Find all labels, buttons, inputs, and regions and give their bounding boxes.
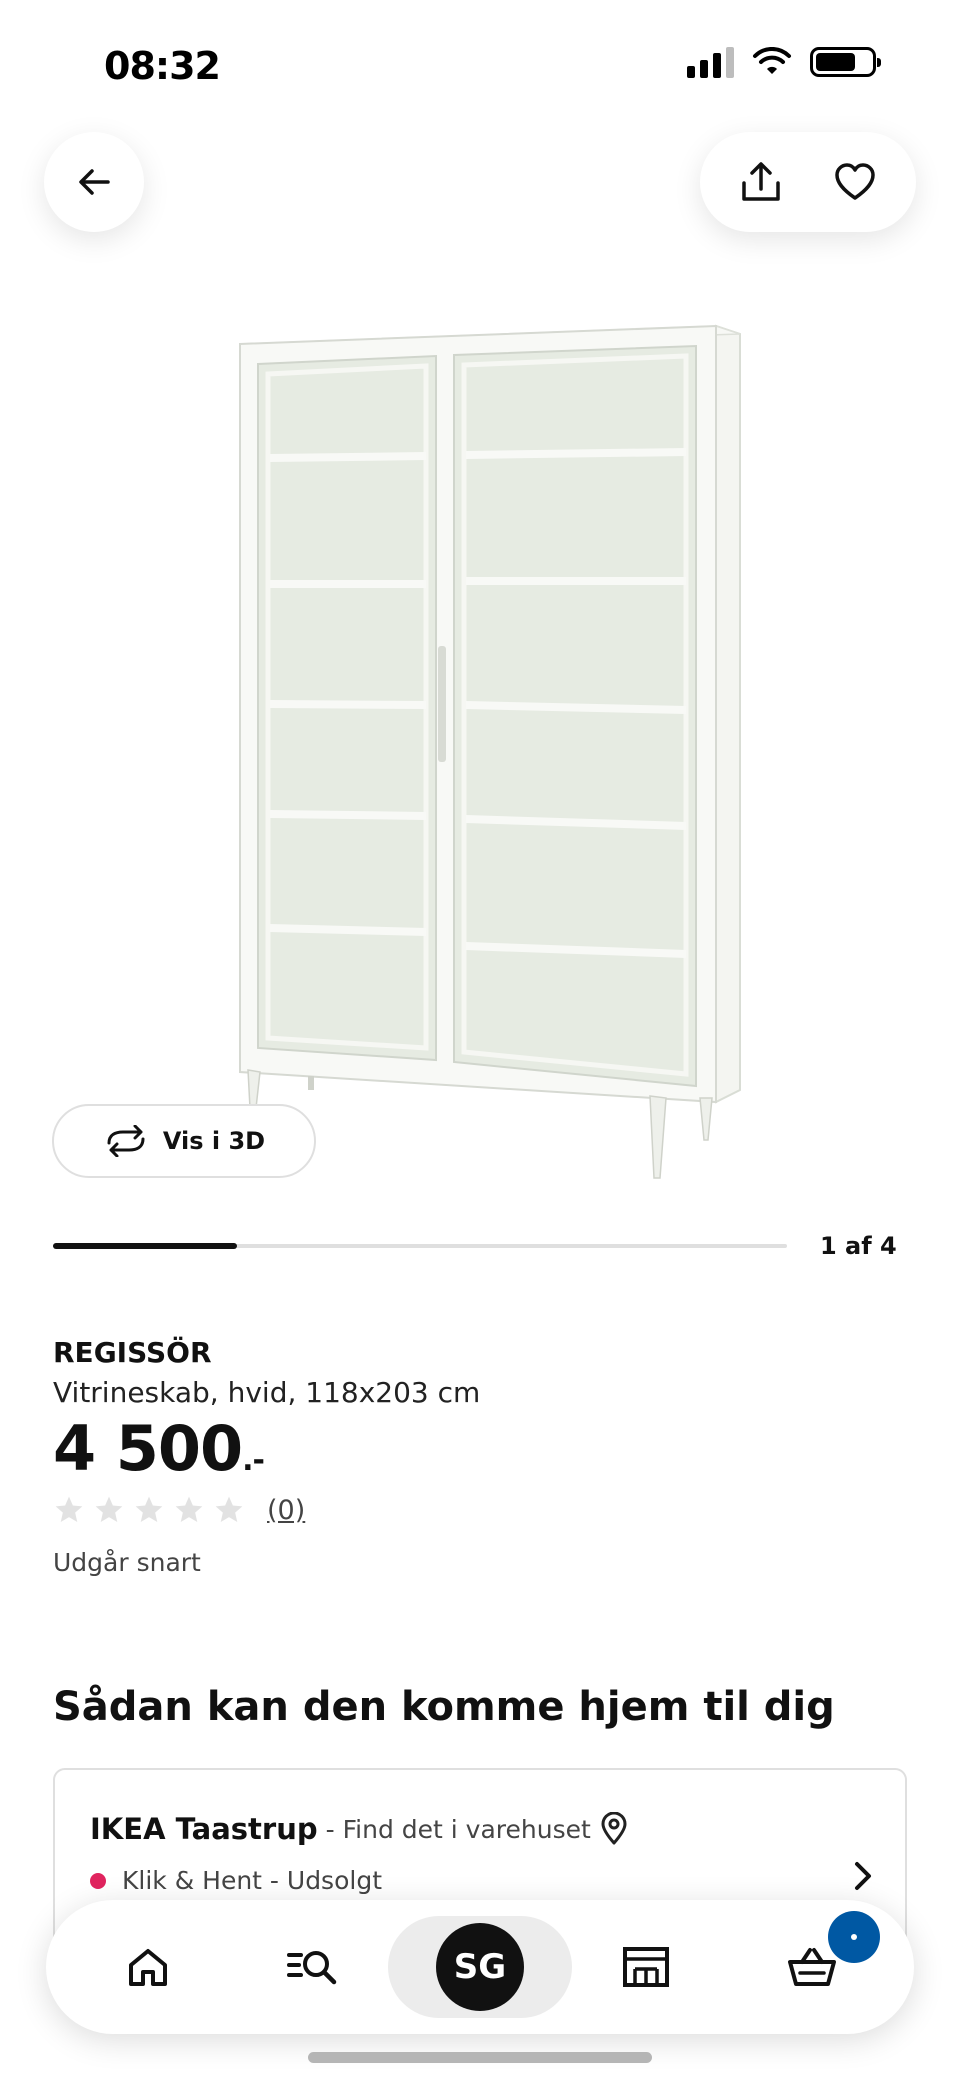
pickup-status-line: Klik & Hent - Udsolgt	[90, 1866, 382, 1895]
store-name: IKEA Taastrup	[90, 1812, 318, 1846]
pickup-status: Klik & Hent - Udsolgt	[122, 1866, 382, 1895]
rotate-3d-icon	[107, 1125, 145, 1157]
cellular-signal-icon	[687, 46, 734, 78]
star-icon	[55, 1496, 83, 1522]
carousel-counter: 1 af 4	[820, 1232, 897, 1260]
chevron-right-icon	[855, 1862, 871, 1890]
carousel-progress	[53, 1243, 787, 1249]
availability-status: Udgår snart	[53, 1548, 201, 1577]
product-name: REGISSÖR	[53, 1336, 212, 1369]
cart-badge	[828, 1911, 880, 1963]
price-suffix: .-	[242, 1443, 265, 1478]
review-count-link[interactable]: (0)	[267, 1495, 305, 1526]
back-button[interactable]	[44, 132, 144, 232]
star-icon	[135, 1496, 163, 1522]
share-button[interactable]	[733, 154, 789, 210]
star-icon	[95, 1496, 123, 1522]
store-find-text: - Find det i varehuset	[325, 1814, 591, 1844]
star-icon	[215, 1496, 243, 1522]
location-pin-icon	[601, 1812, 627, 1845]
product-rating[interactable]: (0)	[53, 1494, 305, 1526]
battery-icon	[810, 47, 881, 77]
status-time: 08:32	[104, 44, 221, 88]
product-description: Vitrineskab, hvid, 118x203 cm	[53, 1376, 481, 1409]
status-bar: 08:32	[0, 0, 960, 130]
nav-home[interactable]	[108, 1927, 188, 2007]
top-actions	[700, 132, 916, 232]
cart-badge-dot	[851, 1934, 857, 1940]
heart-icon	[835, 163, 875, 200]
view-3d-label: Vis i 3D	[162, 1127, 266, 1155]
avatar: SG	[436, 1923, 524, 2011]
delivery-heading: Sådan kan den komme hjem til dig	[53, 1684, 835, 1730]
nav-profile[interactable]: SG	[388, 1916, 572, 2018]
store-icon	[623, 1947, 669, 1987]
carousel-progress-fill	[53, 1243, 237, 1249]
price-value: 4 500	[53, 1412, 243, 1485]
product-price: 4 500.-	[53, 1412, 265, 1485]
view-3d-button[interactable]: Vis i 3D	[52, 1104, 316, 1178]
wifi-icon	[753, 47, 791, 74]
arrow-left-icon	[79, 169, 110, 195]
product-image[interactable]	[200, 300, 760, 1200]
star-icon	[175, 1496, 203, 1522]
home-icon	[129, 1949, 167, 1986]
favorite-button[interactable]	[827, 154, 883, 210]
home-indicator[interactable]	[308, 2052, 652, 2063]
store-line: IKEA Taastrup - Find det i varehuset	[90, 1812, 629, 1846]
share-icon	[742, 162, 780, 201]
pickup-status-dot	[90, 1872, 106, 1889]
search-icon	[287, 1951, 337, 1985]
nav-search[interactable]	[274, 1927, 354, 2007]
status-indicators	[687, 46, 881, 78]
bottom-navigation: SG	[46, 1900, 914, 2034]
cart-icon	[788, 1948, 836, 1986]
nav-stores[interactable]	[606, 1927, 686, 2007]
